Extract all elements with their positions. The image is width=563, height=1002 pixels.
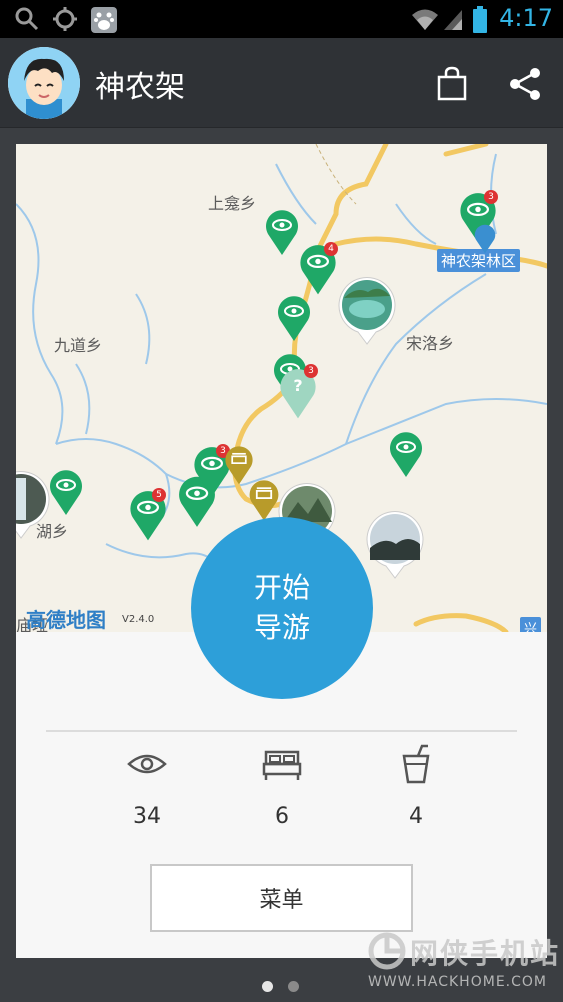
page-dot-active[interactable]: [262, 981, 273, 992]
stat-sights-count: 34: [133, 804, 161, 829]
sight-pin[interactable]: [46, 466, 86, 516]
section-divider: [46, 730, 517, 732]
signal-icon: [444, 10, 462, 30]
stat-sights[interactable]: 34: [97, 744, 197, 829]
stat-food[interactable]: 4: [366, 744, 466, 829]
map-label-songluo: 宋洛乡: [406, 334, 455, 353]
eye-icon: [127, 754, 167, 774]
location-target-icon: [53, 7, 77, 31]
photo-pin-clouds[interactable]: [366, 510, 424, 580]
photo-pin-waterfall[interactable]: [16, 470, 50, 540]
page-title: 神农架: [95, 70, 185, 105]
map-brand-version: V2.4.0: [122, 614, 155, 625]
count-badge: 3: [484, 190, 498, 204]
avatar[interactable]: [8, 47, 80, 119]
start-tour-label-1: 开始: [253, 571, 310, 604]
count-badge: 3: [304, 364, 318, 378]
map-label-jiudao: 九道乡: [54, 336, 103, 355]
menu-button[interactable]: 菜单: [150, 864, 413, 932]
avatar-illustration: [8, 47, 80, 119]
shopping-bag-button[interactable]: [432, 64, 472, 104]
count-badge: 4: [324, 242, 338, 256]
stat-food-count: 4: [409, 804, 423, 829]
start-tour-button[interactable]: 开始 导游: [191, 517, 373, 699]
watermark: 网侠手机站 WWW.HACKHOME.COM: [368, 932, 560, 990]
map-brand-logo: 高德地图: [26, 608, 106, 632]
map-label-shangkan: 上龛乡: [208, 194, 257, 213]
stat-hotels-count: 6: [275, 804, 289, 829]
share-button[interactable]: [505, 64, 545, 104]
count-badge: 5: [152, 488, 166, 502]
hotel-pin[interactable]: [246, 476, 282, 522]
stat-hotels[interactable]: 6: [232, 744, 332, 829]
app-header: 神农架: [0, 38, 563, 128]
destination-card: 上龛乡 九道乡 宋洛乡 湖乡 庙垭 神农架林区 兴 3 4 ? 3 3 5 高德…: [16, 144, 547, 958]
watermark-cn: 网侠手机站: [410, 937, 561, 970]
status-bar: 4:17: [0, 0, 563, 38]
watermark-logo-icon: [368, 932, 406, 970]
wifi-icon: [412, 9, 438, 30]
shopping-bag-icon: [437, 66, 467, 101]
unknown-cluster-pin[interactable]: ? 3: [276, 364, 326, 424]
baidu-app-icon: [91, 7, 117, 33]
page-dot[interactable]: [288, 981, 300, 992]
bed-icon: [262, 750, 302, 780]
start-tour-label-2: 导游: [253, 611, 310, 644]
battery-icon: [473, 6, 487, 33]
photo-pin-lake[interactable]: [338, 276, 396, 346]
watermark-url: WWW.HACKHOME.COM: [368, 974, 547, 990]
info-pin[interactable]: [472, 222, 498, 254]
sight-cluster-pin[interactable]: 5: [126, 486, 176, 546]
map-tag-edge: 兴: [520, 617, 542, 632]
page-indicator: [262, 977, 309, 996]
clock: 4:17: [499, 4, 553, 32]
question-mark: ?: [293, 376, 303, 395]
drink-icon: [402, 744, 430, 784]
sight-pin[interactable]: [386, 428, 426, 478]
share-icon: [510, 68, 540, 100]
search-icon: [15, 7, 39, 31]
